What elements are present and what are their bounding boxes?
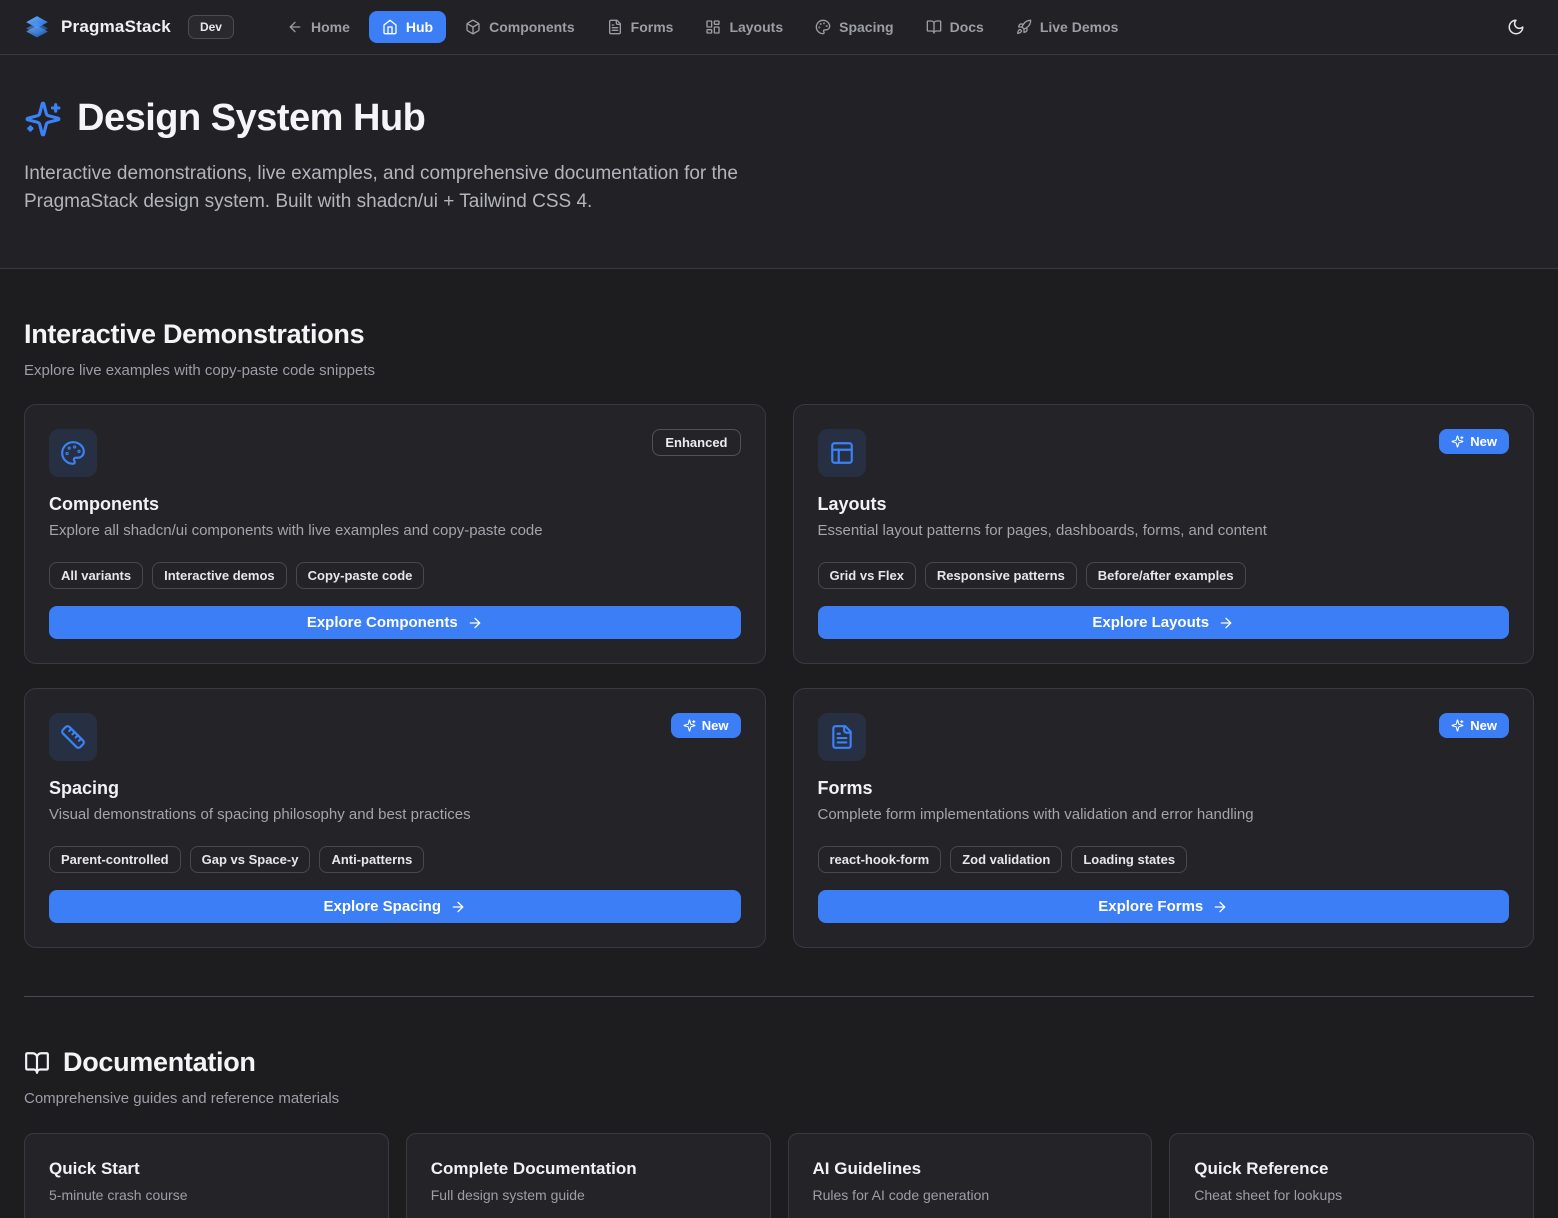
demo-card-forms: New Forms Complete form implementations …: [793, 688, 1535, 948]
doc-card-quick-reference[interactable]: Quick Reference Cheat sheet for lookups: [1169, 1133, 1534, 1218]
env-badge: Dev: [188, 15, 234, 39]
home-icon: [382, 19, 398, 35]
nav-item-hub[interactable]: Hub: [369, 11, 446, 43]
book-open-icon: [926, 19, 942, 35]
card-description: Explore all shadcn/ui components with li…: [49, 522, 741, 539]
documentation-section: Documentation Comprehensive guides and r…: [24, 997, 1534, 1218]
demos-heading: Interactive Demonstrations: [24, 319, 1534, 350]
docs-subheading: Comprehensive guides and reference mater…: [24, 1090, 1534, 1107]
tag: Loading states: [1071, 846, 1187, 873]
nav-item-docs[interactable]: Docs: [913, 11, 997, 43]
card-title: Spacing: [49, 778, 741, 799]
sparkles-icon: [24, 100, 62, 138]
hero: Design System Hub Interactive demonstrat…: [0, 55, 1558, 269]
brand[interactable]: PragmaStack Dev: [24, 14, 234, 40]
arrow-right-icon: [467, 615, 483, 631]
nav-item-layouts[interactable]: Layouts: [692, 11, 796, 43]
demo-card-components: Enhanced Components Explore all shadcn/u…: [24, 404, 766, 664]
layers-icon: [24, 14, 50, 40]
demos-subheading: Explore live examples with copy-paste co…: [24, 362, 1534, 379]
page-subtitle: Interactive demonstrations, live example…: [24, 160, 772, 216]
moon-icon: [1507, 18, 1525, 36]
tag: Zod validation: [950, 846, 1062, 873]
file-text-icon: [607, 19, 623, 35]
palette-icon: [49, 429, 97, 477]
card-description: Visual demonstrations of spacing philoso…: [49, 806, 741, 823]
doc-card-description: 5-minute crash course: [49, 1187, 364, 1203]
tag: Grid vs Flex: [818, 562, 916, 589]
tag: Gap vs Space-y: [190, 846, 311, 873]
tag: Copy-paste code: [296, 562, 425, 589]
rocket-icon: [1016, 19, 1032, 35]
explore-components-button[interactable]: Explore Components: [49, 606, 741, 639]
doc-card-description: Cheat sheet for lookups: [1194, 1187, 1509, 1203]
doc-card-quick-start[interactable]: Quick Start 5-minute crash course: [24, 1133, 389, 1218]
demo-card-layouts: New Layouts Essential layout patterns fo…: [793, 404, 1535, 664]
tag: react-hook-form: [818, 846, 942, 873]
docs-heading: Documentation: [63, 1047, 256, 1078]
nav-item-home[interactable]: Home: [274, 11, 363, 43]
demos-section: Interactive Demonstrations Explore live …: [24, 269, 1534, 948]
layout-dashboard-icon: [705, 19, 721, 35]
nav-item-spacing[interactable]: Spacing: [802, 11, 906, 43]
tag: Anti-patterns: [319, 846, 424, 873]
arrow-right-icon: [1218, 615, 1234, 631]
brand-name: PragmaStack: [61, 17, 171, 37]
card-description: Essential layout patterns for pages, das…: [818, 522, 1510, 539]
ruler-icon: [49, 713, 97, 761]
explore-layouts-button[interactable]: Explore Layouts: [818, 606, 1510, 639]
nav-item-forms[interactable]: Forms: [594, 11, 687, 43]
arrow-right-icon: [1212, 899, 1228, 915]
tag: Parent-controlled: [49, 846, 181, 873]
arrow-right-icon: [450, 899, 466, 915]
card-description: Complete form implementations with valid…: [818, 806, 1510, 823]
new-badge: New: [1439, 713, 1509, 738]
doc-card-complete-documentation[interactable]: Complete Documentation Full design syste…: [406, 1133, 771, 1218]
page-title: Design System Hub: [77, 97, 425, 140]
doc-card-title: AI Guidelines: [813, 1159, 1128, 1179]
tag: Responsive patterns: [925, 562, 1077, 589]
card-title: Forms: [818, 778, 1510, 799]
explore-forms-button[interactable]: Explore Forms: [818, 890, 1510, 923]
layout-panel-icon: [818, 429, 866, 477]
card-title: Components: [49, 494, 741, 515]
sparkles-icon: [683, 719, 696, 732]
nav-item-components[interactable]: Components: [452, 11, 588, 43]
status-badge: Enhanced: [652, 429, 740, 456]
doc-card-title: Quick Start: [49, 1159, 364, 1179]
file-text-icon: [818, 713, 866, 761]
tag: All variants: [49, 562, 143, 589]
docs-grid: Quick Start 5-minute crash course Comple…: [24, 1133, 1534, 1218]
palette-icon: [815, 19, 831, 35]
demo-grid: Enhanced Components Explore all shadcn/u…: [24, 404, 1534, 948]
doc-card-ai-guidelines[interactable]: AI Guidelines Rules for AI code generati…: [788, 1133, 1153, 1218]
nav-item-live-demos[interactable]: Live Demos: [1003, 11, 1132, 43]
main-nav: Home Hub Components Forms Layouts: [274, 11, 1131, 43]
new-badge: New: [671, 713, 741, 738]
main-content: Interactive Demonstrations Explore live …: [0, 269, 1558, 1218]
theme-toggle-button[interactable]: [1498, 9, 1534, 45]
tag: Before/after examples: [1086, 562, 1246, 589]
doc-card-title: Quick Reference: [1194, 1159, 1509, 1179]
new-badge: New: [1439, 429, 1509, 454]
navbar: PragmaStack Dev Home Hub Components Fo: [0, 0, 1558, 55]
book-open-icon: [24, 1050, 50, 1076]
arrow-left-icon: [287, 19, 303, 35]
doc-card-description: Full design system guide: [431, 1187, 746, 1203]
demo-card-spacing: New Spacing Visual demonstrations of spa…: [24, 688, 766, 948]
doc-card-title: Complete Documentation: [431, 1159, 746, 1179]
tag: Interactive demos: [152, 562, 287, 589]
sparkles-icon: [1451, 435, 1464, 448]
card-title: Layouts: [818, 494, 1510, 515]
box-icon: [465, 19, 481, 35]
doc-card-description: Rules for AI code generation: [813, 1187, 1128, 1203]
sparkles-icon: [1451, 719, 1464, 732]
explore-spacing-button[interactable]: Explore Spacing: [49, 890, 741, 923]
